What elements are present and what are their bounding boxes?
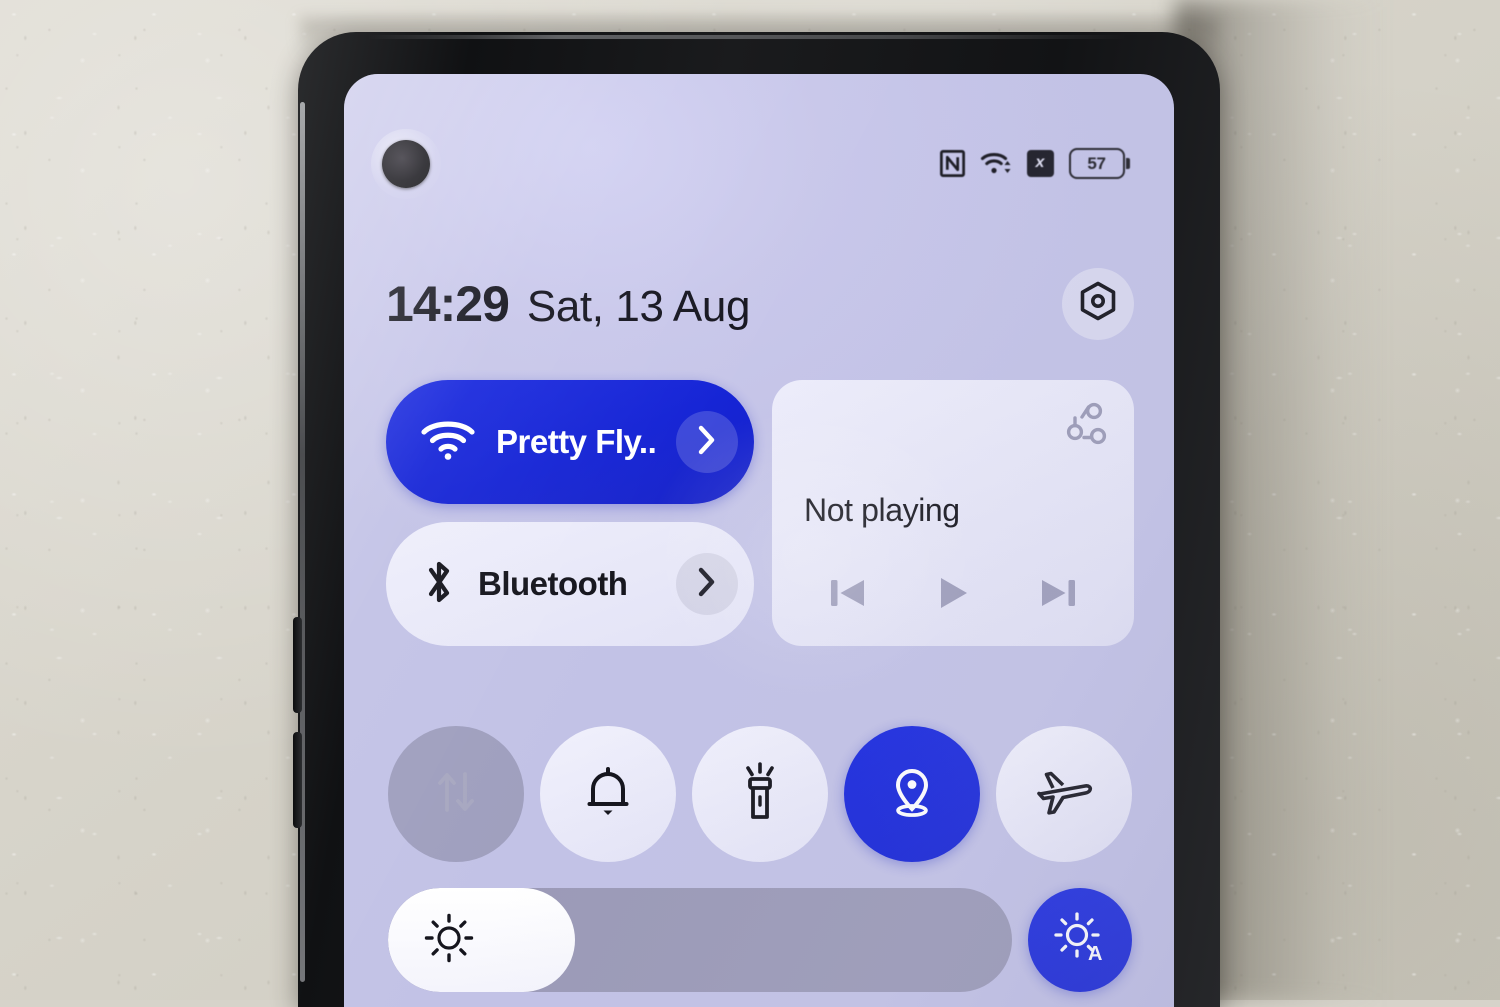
- phone-edge-highlight: [300, 102, 305, 982]
- shade-header: 14:29 Sat, 13 Aug: [344, 256, 1174, 352]
- mobile-data-toggle[interactable]: [388, 726, 524, 862]
- battery-level: 57: [1087, 153, 1106, 173]
- flashlight-icon: [734, 761, 786, 828]
- phone-screen: x 57 14:29 Sat, 13 Aug Pretty Fly.. Blue…: [344, 74, 1174, 1007]
- play-button[interactable]: [933, 571, 973, 620]
- airplane-icon: [1033, 764, 1095, 825]
- battery-icon: 57: [1068, 147, 1130, 179]
- skip-previous-icon: [825, 580, 871, 619]
- settings-button[interactable]: [1062, 268, 1134, 340]
- bluetooth-tile[interactable]: Bluetooth: [386, 522, 754, 646]
- bluetooth-tile-expand-button[interactable]: [676, 553, 738, 615]
- nfc-icon: [939, 149, 965, 177]
- toggle-row: [388, 726, 1132, 862]
- chevron-right-icon: [696, 424, 718, 461]
- settings-gear-icon: [1075, 279, 1121, 330]
- bluetooth-icon: [420, 557, 458, 612]
- media-output-button[interactable]: [1060, 400, 1112, 455]
- wifi-icon: [980, 149, 1012, 177]
- media-title: Not playing: [804, 492, 960, 528]
- auto-brightness-button[interactable]: A: [1028, 888, 1132, 992]
- location-toggle[interactable]: [844, 726, 980, 862]
- clock-date: Sat, 13 Aug: [526, 282, 751, 331]
- wifi-tile[interactable]: Pretty Fly..: [386, 380, 754, 504]
- wifi-tile-label: Pretty Fly..: [496, 423, 657, 460]
- quick-settings-tiles: Pretty Fly.. Bluetooth Not playing: [386, 380, 1134, 646]
- location-pin-icon: [884, 762, 940, 827]
- svg-text:A: A: [1088, 943, 1102, 965]
- brightness-slider-fill: [388, 888, 576, 992]
- bluetooth-tile-label: Bluetooth: [478, 565, 628, 602]
- clock-time: 14:29: [386, 276, 510, 332]
- phone-top-edge-highlight: [368, 35, 1128, 39]
- media-player-card[interactable]: Not playing: [772, 380, 1134, 646]
- brightness-auto-icon: A: [1052, 910, 1108, 971]
- next-track-button[interactable]: [1035, 571, 1081, 620]
- status-bar: x 57: [344, 140, 1174, 186]
- media-controls: [772, 571, 1134, 620]
- flashlight-toggle[interactable]: [692, 726, 828, 862]
- media-output-icon: [1060, 402, 1112, 454]
- volume-down-button[interactable]: [293, 732, 302, 828]
- volume-up-button[interactable]: [293, 617, 302, 713]
- chevron-right-icon: [696, 566, 718, 603]
- airplane-mode-toggle[interactable]: [996, 726, 1132, 862]
- ringer-toggle[interactable]: [540, 726, 676, 862]
- wifi-tile-expand-button[interactable]: [676, 411, 739, 473]
- phone-device: x 57 14:29 Sat, 13 Aug Pretty Fly.. Blue…: [293, 32, 1220, 1007]
- bell-icon: [581, 763, 635, 826]
- previous-track-button[interactable]: [825, 571, 871, 620]
- brightness-slider[interactable]: [388, 888, 1012, 992]
- skip-next-icon: [1035, 580, 1081, 619]
- brightness-row: A: [388, 886, 1132, 994]
- wifi-icon: [420, 418, 476, 467]
- data-transfer-icon: [430, 763, 482, 826]
- brightness-sun-icon: [422, 911, 476, 970]
- play-icon: [933, 578, 973, 619]
- sim-off-icon: x: [1026, 149, 1054, 177]
